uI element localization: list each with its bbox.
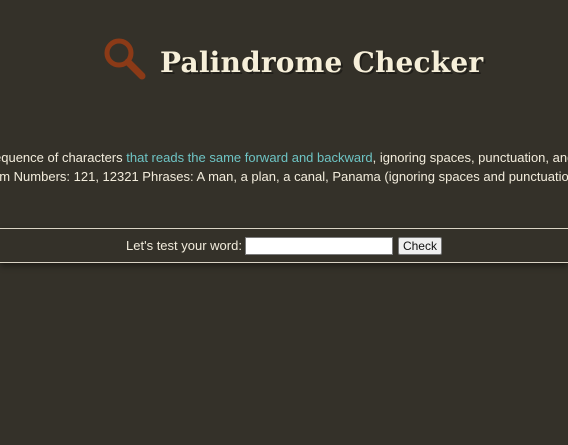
test-label: Let's test your word: [126,238,242,253]
magnifying-glass-icon [104,38,146,80]
description-line-1-start: equence of characters [0,150,127,165]
page-title: Palindrome Checker [160,46,484,79]
word-input[interactable] [244,236,393,255]
test-bar: Let's test your word: Check [0,228,568,263]
test-form: Let's test your word: Check [0,229,568,262]
description-highlight: that reads the same forward and backward [126,150,373,165]
description-examples: am Numbers: 121, 12321 Phrases: A man, a… [0,169,568,184]
header: Palindrome Checker [0,28,568,100]
description-line-2: am Numbers: 121, 12321 Phrases: A man, a… [0,167,568,186]
description-line-1: equence of characters that reads the sam… [0,148,568,167]
description-line-1-content: equence of characters that reads the sam… [0,148,568,167]
description-line-1-end: , ignoring spaces, punctuation, and [372,150,568,165]
check-button[interactable]: Check [397,236,442,255]
description-text: equence of characters that reads the sam… [0,148,568,186]
